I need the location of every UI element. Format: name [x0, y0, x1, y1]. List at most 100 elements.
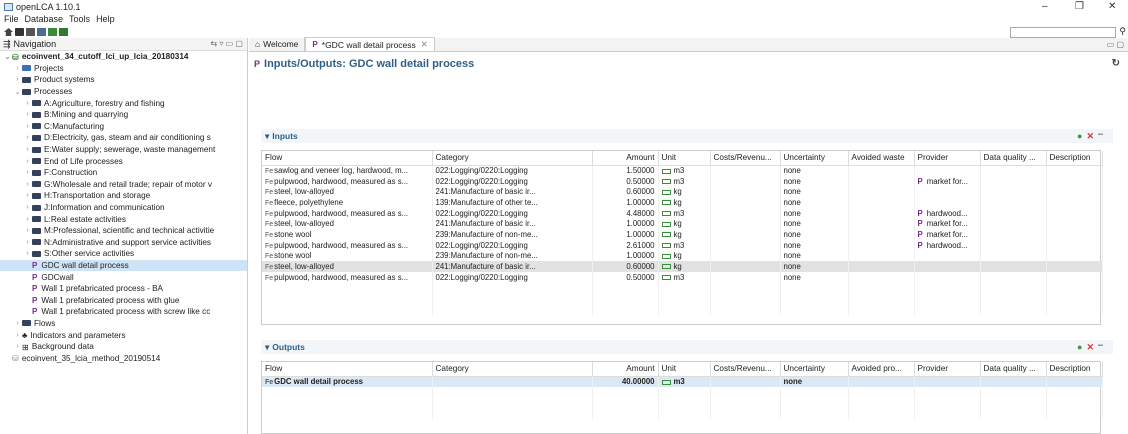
table-cell[interactable] — [848, 376, 915, 387]
chevron-right-icon[interactable]: › — [23, 111, 32, 118]
table-cell[interactable] — [1046, 165, 1103, 176]
table-cell[interactable] — [914, 186, 981, 198]
table-cell[interactable] — [432, 376, 593, 387]
menu-file[interactable]: File — [4, 14, 19, 26]
chevron-right-icon[interactable]: › — [23, 239, 32, 246]
table-cell[interactable] — [980, 239, 1047, 251]
table-cell[interactable] — [980, 271, 1047, 283]
inputs-header[interactable]: ▾ Inputs ● ✕ ▬ — [261, 129, 1113, 143]
tree-item[interactable]: › L:Real estate activities — [0, 213, 247, 225]
formula-icon[interactable]: ▬ — [1098, 342, 1103, 353]
table-cell[interactable]: 022:Logging/0220:Logging — [432, 239, 593, 251]
column-header[interactable]: Category — [432, 362, 593, 377]
table-row[interactable]: Fepulpwood, hardwood, measured as s... 02… — [262, 271, 1103, 283]
table-cell[interactable]: none — [780, 175, 849, 187]
menu-tools[interactable]: Tools — [69, 14, 90, 26]
table-cell[interactable]: Pmarket for... — [914, 175, 981, 187]
chevron-right-icon[interactable]: › — [23, 123, 32, 130]
outputs-header[interactable]: ▾ Outputs ● ✕ ▬ — [261, 340, 1113, 354]
menu-database[interactable]: Database — [25, 14, 64, 26]
table-cell[interactable]: 241:Manufacture of basic ir... — [432, 261, 593, 272]
table-cell[interactable]: kg — [658, 218, 711, 230]
table-cell[interactable]: kg — [658, 261, 711, 272]
chevron-right-icon[interactable]: › — [13, 332, 22, 339]
table-cell[interactable]: 1.00000 — [592, 250, 659, 262]
table-cell[interactable] — [980, 207, 1047, 219]
table-cell[interactable]: kg — [658, 186, 711, 198]
table-cell[interactable]: Pmarket for... — [914, 218, 981, 230]
tree-item[interactable]: › Flows — [0, 318, 247, 330]
table-cell[interactable] — [1046, 175, 1103, 187]
table-cell[interactable] — [710, 218, 781, 230]
maximize-button[interactable]: ❐ — [1075, 1, 1084, 12]
table-cell[interactable]: 0.50000 — [592, 271, 659, 283]
chevron-right-icon[interactable]: › — [23, 227, 32, 234]
table-cell[interactable]: Phardwood... — [914, 239, 981, 251]
save-as-icon[interactable] — [26, 28, 35, 36]
column-header[interactable]: Flow — [262, 151, 433, 166]
tree-item[interactable]: › End of Life processes — [0, 155, 247, 167]
tab-welcome[interactable]: ⌂ Welcome — [249, 37, 306, 51]
column-header[interactable]: Avoided pro... — [848, 362, 915, 377]
column-header[interactable]: Avoided waste — [848, 151, 915, 166]
column-header[interactable]: Amount — [592, 362, 659, 377]
tree-item[interactable]: › M:Professional, scientific and technica… — [0, 225, 247, 237]
table-cell[interactable]: kg — [658, 250, 711, 262]
close-tab-icon[interactable]: ✕ — [421, 39, 428, 50]
table-cell[interactable] — [710, 239, 781, 251]
remove-output-icon[interactable]: ✕ — [1086, 342, 1094, 353]
column-header[interactable]: Data quality ... — [980, 151, 1047, 166]
table-cell[interactable]: FeGDC wall detail process — [262, 376, 433, 387]
chevron-right-icon[interactable]: › — [23, 181, 32, 188]
table-cell[interactable]: 022:Logging/0220:Logging — [432, 207, 593, 219]
table-row[interactable]: Fepulpwood, hardwood, measured as s... 02… — [262, 207, 1103, 219]
table-cell[interactable] — [980, 229, 1047, 240]
chevron-right-icon[interactable]: › — [23, 250, 32, 257]
chevron-right-icon[interactable]: › — [13, 320, 22, 327]
tree-item[interactable]: P Wall 1 prefabricated process with glue — [0, 294, 247, 306]
column-header[interactable]: Amount — [592, 151, 659, 166]
tree-item[interactable]: › E:Water supply; sewerage, waste managem… — [0, 144, 247, 156]
table-cell[interactable] — [848, 175, 915, 187]
table-cell[interactable]: 022:Logging/0220:Logging — [432, 165, 593, 176]
table-cell[interactable]: none — [780, 261, 849, 272]
chevron-right-icon[interactable]: › — [13, 76, 22, 83]
formula-icon[interactable]: ▬ — [1098, 131, 1103, 142]
table-row[interactable]: Festone wool 239:Manufacture of non-me...… — [262, 229, 1103, 240]
tree-item[interactable]: › C:Manufacturing — [0, 121, 247, 133]
table-cell[interactable]: m3 — [658, 165, 711, 176]
table-cell[interactable]: kg — [658, 229, 711, 240]
editor-view-controls[interactable]: ▭ ▢ — [1107, 40, 1124, 49]
table-cell[interactable]: Phardwood... — [914, 207, 981, 219]
add-output-icon[interactable]: ● — [1077, 342, 1082, 353]
minimize-button[interactable]: – — [1042, 1, 1048, 12]
table-cell[interactable] — [710, 175, 781, 187]
table-cell[interactable]: 139:Manufacture of other te... — [432, 197, 593, 208]
table-cell[interactable]: 239:Manufacture of non-me... — [432, 250, 593, 262]
table-cell[interactable] — [980, 175, 1047, 187]
column-header[interactable]: Uncertainty — [780, 151, 849, 166]
export-icon[interactable] — [59, 28, 68, 36]
table-cell[interactable]: none — [780, 229, 849, 240]
column-header[interactable]: Costs/Revenu... — [710, 362, 781, 377]
table-cell[interactable]: 1.00000 — [592, 218, 659, 230]
tree-item[interactable]: ⛁ ecoinvent_35_lcia_method_20190514 — [0, 352, 247, 364]
table-cell[interactable]: none — [780, 186, 849, 198]
table-cell[interactable] — [914, 165, 981, 176]
save-icon[interactable] — [15, 28, 24, 36]
table-cell[interactable]: 241:Manufacture of basic ir... — [432, 218, 593, 230]
table-cell[interactable]: 4.48000 — [592, 207, 659, 219]
column-header[interactable]: Data quality ... — [980, 362, 1047, 377]
table-cell[interactable] — [1046, 250, 1103, 262]
chevron-down-icon[interactable]: ⌄ — [13, 88, 22, 96]
table-cell[interactable] — [848, 250, 915, 262]
table-cell[interactable]: none — [780, 239, 849, 251]
table-row[interactable]: Festeel, low-alloyed 241:Manufacture of b… — [262, 186, 1103, 198]
chevron-right-icon[interactable]: › — [23, 169, 32, 176]
table-cell[interactable] — [1046, 218, 1103, 230]
table-cell[interactable] — [980, 165, 1047, 176]
table-cell[interactable] — [914, 261, 981, 272]
chevron-down-icon[interactable]: ▾ — [265, 131, 269, 142]
tree-item[interactable]: P GDCwall — [0, 271, 247, 283]
table-cell[interactable]: 1.00000 — [592, 197, 659, 208]
